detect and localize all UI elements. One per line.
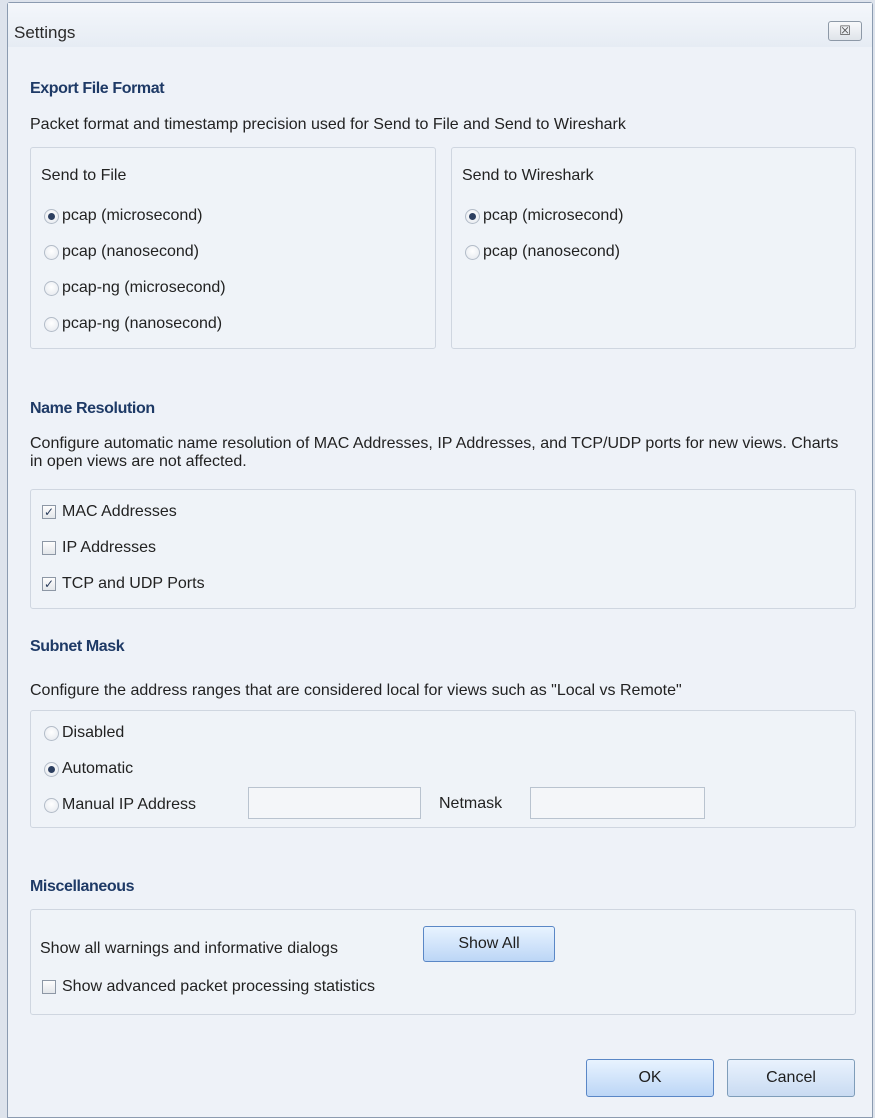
radio-icon (465, 244, 480, 260)
option-label: pcap-ng (microsecond) (62, 279, 226, 296)
name-resolution-description: Configure automatic name resolution of M… (30, 435, 839, 470)
mac-addresses-checkbox[interactable]: ✓ MAC Addresses (42, 503, 177, 521)
tcp-udp-ports-checkbox[interactable]: ✓ TCP and UDP Ports (42, 575, 205, 593)
settings-dialog: Settings ☒ Export File Format Packet for… (7, 2, 873, 1118)
stf-option-pcapng-nano[interactable]: pcap-ng (nanosecond) (44, 315, 222, 333)
subnet-disabled-radio[interactable]: Disabled (44, 724, 124, 742)
show-all-button[interactable]: Show All (423, 926, 555, 962)
option-label: pcap (nanosecond) (483, 243, 620, 260)
radio-icon (44, 316, 59, 332)
radio-icon (44, 725, 59, 741)
stf-option-pcapng-micro[interactable]: pcap-ng (microsecond) (44, 279, 226, 297)
export-heading: Export File Format (30, 80, 165, 97)
checkbox-icon (42, 980, 56, 994)
radio-icon (465, 208, 480, 224)
stw-option-pcap-nano[interactable]: pcap (nanosecond) (465, 243, 620, 261)
checkbox-checked-icon: ✓ (42, 505, 56, 519)
advanced-stats-checkbox[interactable]: Show advanced packet processing statisti… (42, 978, 375, 996)
radio-icon (44, 280, 59, 296)
netmask-input[interactable] (530, 787, 705, 819)
option-label: MAC Addresses (62, 503, 177, 520)
ip-addresses-checkbox[interactable]: IP Addresses (42, 539, 156, 557)
subnet-description: Configure the address ranges that are co… (30, 682, 682, 699)
option-label: Show advanced packet processing statisti… (62, 978, 376, 995)
radio-icon (44, 797, 59, 813)
option-label: pcap (microsecond) (62, 207, 203, 224)
radio-icon (44, 761, 59, 777)
stw-option-pcap-micro[interactable]: pcap (microsecond) (465, 207, 624, 225)
netmask-label: Netmask (439, 795, 503, 812)
option-label: pcap-ng (nanosecond) (62, 315, 223, 332)
close-icon: ☒ (839, 23, 851, 38)
name-resolution-group: ✓ MAC Addresses IP Addresses ✓ TCP and U… (30, 489, 856, 609)
dialog-title: Settings (14, 23, 76, 42)
subnet-manual-radio[interactable]: Manual IP Address (44, 796, 196, 814)
misc-heading: Miscellaneous (30, 878, 135, 895)
warnings-label: Show all warnings and informative dialog… (40, 940, 338, 957)
option-label: pcap (microsecond) (483, 207, 624, 224)
title-bar: Settings ☒ (8, 3, 872, 47)
option-label: IP Addresses (62, 539, 156, 556)
subnet-group: Disabled Automatic Manual IP Address Net… (30, 710, 856, 828)
name-resolution-heading: Name Resolution (30, 400, 155, 417)
send-to-wireshark-group: Send to Wireshark pcap (microsecond) pca… (451, 147, 856, 349)
send-to-wireshark-label: Send to Wireshark (462, 167, 594, 184)
export-description: Packet format and timestamp precision us… (30, 116, 626, 133)
option-label: Manual IP Address (62, 796, 197, 813)
cancel-button[interactable]: Cancel (727, 1059, 855, 1097)
option-label: Disabled (62, 724, 125, 741)
subnet-heading: Subnet Mask (30, 638, 125, 655)
checkbox-checked-icon: ✓ (42, 577, 56, 591)
option-label: pcap (nanosecond) (62, 243, 199, 260)
stf-option-pcap-micro[interactable]: pcap (microsecond) (44, 207, 203, 225)
option-label: Automatic (62, 760, 134, 777)
radio-icon (44, 208, 59, 224)
option-label: TCP and UDP Ports (62, 575, 205, 592)
ok-button[interactable]: OK (586, 1059, 714, 1097)
close-button[interactable]: ☒ (828, 21, 862, 41)
radio-icon (44, 244, 59, 260)
manual-ip-input[interactable] (248, 787, 421, 819)
send-to-file-group: Send to File pcap (microsecond) pcap (na… (30, 147, 436, 349)
subnet-automatic-radio[interactable]: Automatic (44, 760, 133, 778)
stf-option-pcap-nano[interactable]: pcap (nanosecond) (44, 243, 199, 261)
misc-group: Show all warnings and informative dialog… (30, 909, 856, 1015)
send-to-file-label: Send to File (41, 167, 127, 184)
checkbox-icon (42, 541, 56, 555)
